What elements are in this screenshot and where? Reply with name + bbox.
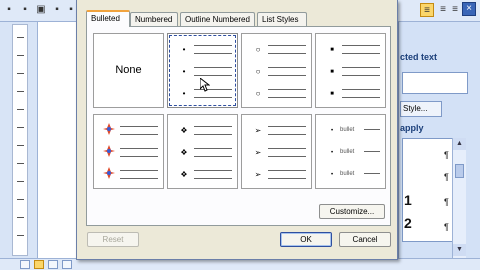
cancel-button[interactable]: Cancel — [339, 232, 391, 247]
tab-numbered[interactable]: Numbered — [130, 12, 178, 26]
four-diamond-bullet-icon: ❖ — [180, 170, 188, 179]
new-style-button[interactable]: Style... — [400, 101, 442, 117]
align-left-icon[interactable]: ≡ — [420, 3, 434, 17]
bullet-option-four-diamond[interactable]: ❖ ❖ ❖ — [167, 114, 238, 189]
arrow-bullet-icon: ➢ — [254, 126, 262, 135]
pane-formatting-box[interactable] — [402, 72, 468, 94]
bullet-option-text-sample[interactable]: • bullet • bullet • bullet — [315, 114, 386, 189]
vertical-ruler — [12, 24, 28, 256]
toolbar-icon-1[interactable]: ▪ — [2, 3, 16, 17]
dot-bullet-icon: • — [182, 89, 186, 98]
bullet-option-circle[interactable]: ○ ○ ○ — [241, 33, 312, 108]
bullet-option-dot[interactable]: • • • — [167, 33, 238, 108]
scroll-down-icon[interactable]: ▼ — [453, 244, 466, 256]
dot-bullet-icon: • — [182, 67, 186, 76]
reading-view-icon[interactable] — [62, 260, 72, 269]
scroll-thumb[interactable] — [455, 164, 464, 178]
bullet-option-square[interactable]: ■ ■ ■ — [315, 33, 386, 108]
none-label: None — [115, 64, 142, 76]
arrow-bullet-icon: ➢ — [254, 170, 262, 179]
small-dot-bullet-icon: • — [330, 172, 334, 178]
toolbar-icon-2[interactable]: ▪ — [18, 3, 32, 17]
pilcrow-4: ¶ — [444, 222, 449, 232]
pilcrow-1: ¶ — [444, 150, 449, 160]
dot-bullet-icon: • — [182, 45, 186, 54]
bulleted-gallery: None • • • ○ ○ ○ ■ ■ ■ ❖ ❖ ❖ ➢ ➢ ➢ • bul… — [86, 26, 391, 226]
circle-bullet-icon: ○ — [255, 89, 261, 98]
bullet-sample-text: bullet — [340, 171, 355, 177]
open-folder-icon[interactable]: ▣ — [34, 3, 48, 17]
four-diamond-bullet-icon: ❖ — [180, 148, 188, 157]
square-bullet-icon: ■ — [330, 69, 334, 75]
circle-bullet-icon: ○ — [255, 45, 261, 54]
color-star-bullet-icon — [103, 167, 115, 179]
save-icon[interactable]: ▪ — [50, 3, 64, 17]
ok-button[interactable]: OK — [280, 232, 332, 247]
tab-list-styles[interactable]: List Styles — [257, 12, 307, 26]
square-bullet-icon: ■ — [330, 47, 334, 53]
reset-button[interactable]: Reset — [87, 232, 139, 247]
bullet-sample-text: bullet — [340, 149, 355, 155]
bullet-option-arrow[interactable]: ➢ ➢ ➢ — [241, 114, 312, 189]
color-star-bullet-icon — [103, 123, 115, 135]
small-dot-bullet-icon: • — [330, 128, 334, 134]
mouse-pointer-icon — [200, 78, 210, 92]
four-diamond-bullet-icon: ❖ — [180, 126, 188, 135]
square-bullet-icon: ■ — [330, 91, 334, 97]
pane-close-icon[interactable]: × — [462, 2, 476, 16]
outline-view-icon[interactable] — [48, 260, 58, 269]
scroll-up-icon[interactable]: ▲ — [453, 138, 466, 150]
customize-button[interactable]: Customize... — [319, 204, 385, 219]
bullet-sample-text: bullet — [340, 127, 355, 133]
bullets-numbering-dialog: Bulleted Numbered Outline Numbered List … — [76, 0, 398, 260]
pane-scrollbar[interactable]: ▲ ▼ — [452, 138, 466, 258]
circle-bullet-icon: ○ — [255, 67, 261, 76]
normal-view-icon[interactable] — [20, 260, 30, 269]
align-right-icon[interactable]: ≡ — [448, 3, 462, 17]
small-dot-bullet-icon: • — [330, 150, 334, 156]
pilcrow-3: ¶ — [444, 197, 449, 207]
print-layout-icon[interactable] — [34, 260, 44, 269]
tab-bulleted[interactable]: Bulleted — [86, 10, 130, 27]
pane-apply-heading: apply — [400, 123, 424, 133]
number-1: 1 — [404, 192, 412, 208]
number-2: 2 — [404, 215, 412, 231]
pilcrow-2: ¶ — [444, 172, 449, 182]
arrow-bullet-icon: ➢ — [254, 148, 262, 157]
bullet-option-color-diamond[interactable] — [93, 114, 164, 189]
pane-selected-text-heading: cted text — [400, 52, 438, 62]
color-star-bullet-icon — [103, 145, 115, 157]
bullet-option-none[interactable]: None — [93, 33, 164, 108]
tab-outline-numbered[interactable]: Outline Numbered — [180, 12, 255, 26]
